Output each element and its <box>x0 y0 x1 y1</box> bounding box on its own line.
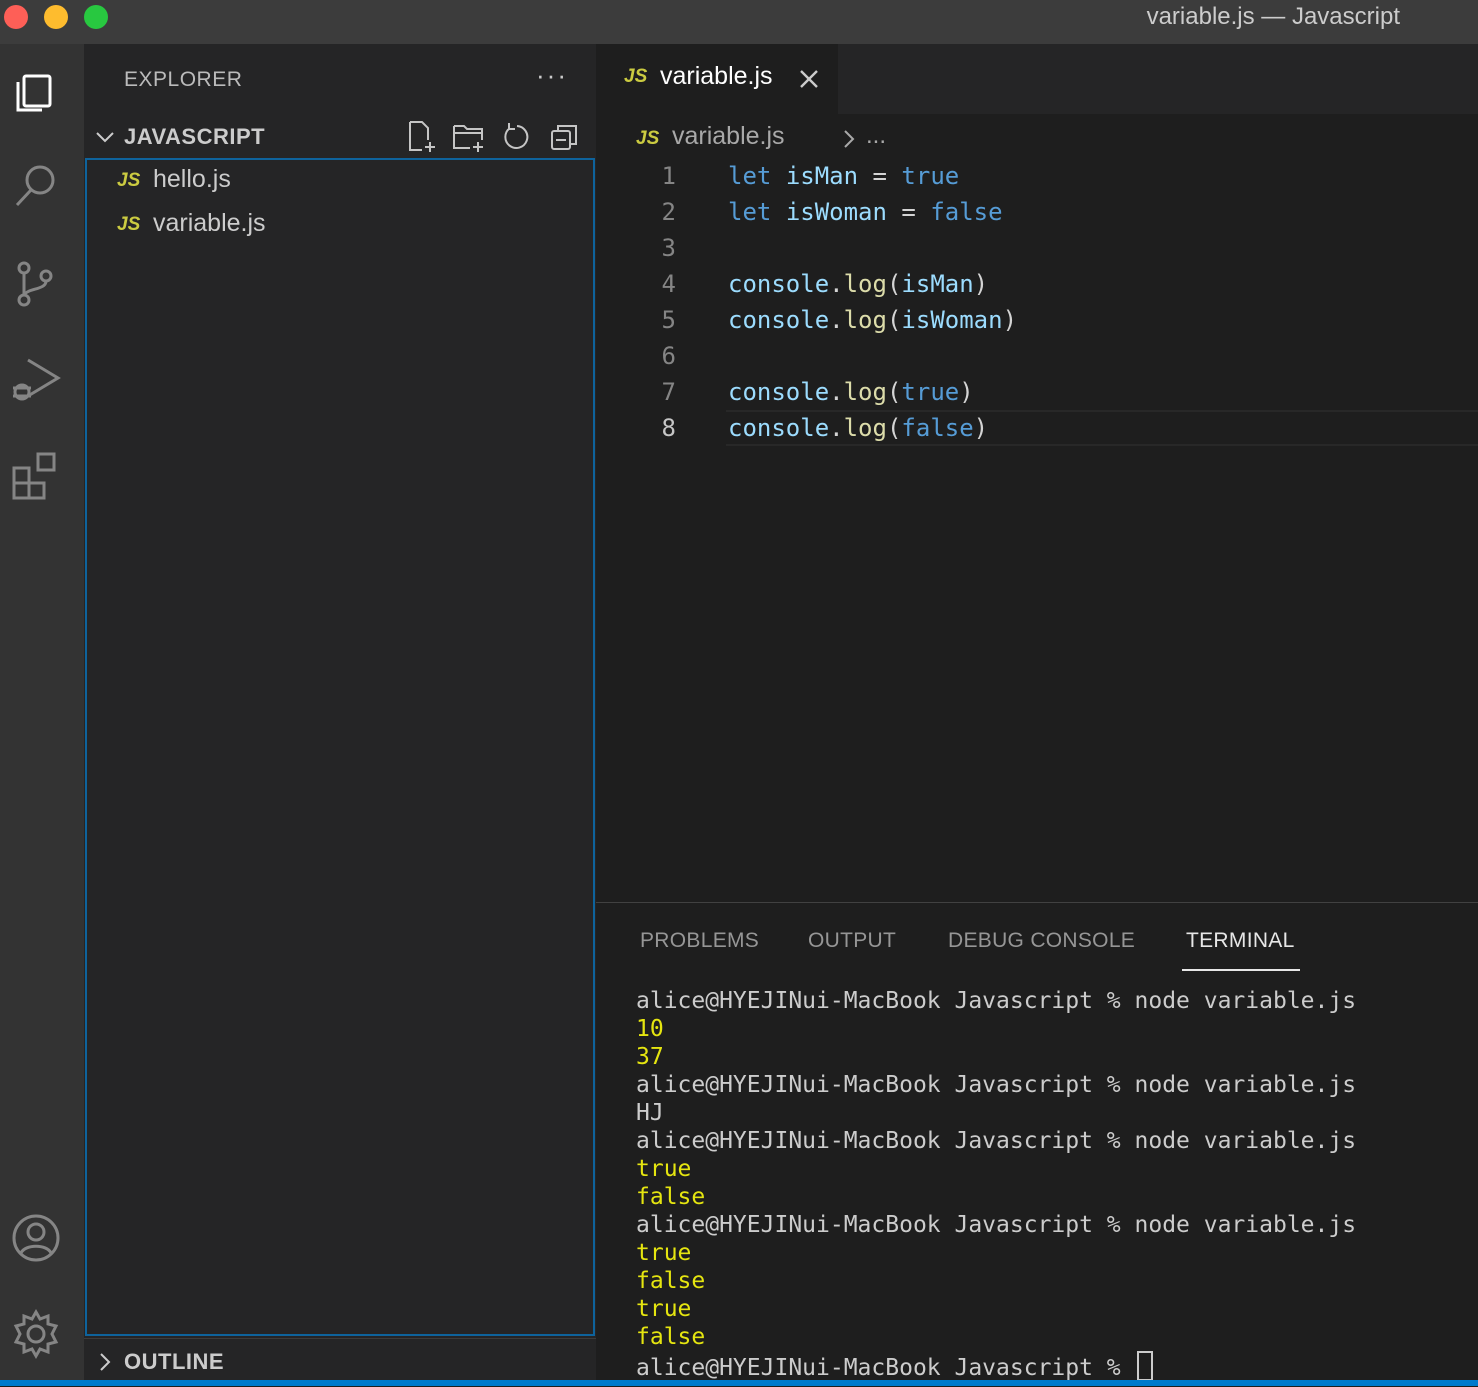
gear-icon[interactable] <box>10 1308 62 1360</box>
js-file-icon: JS <box>117 214 141 235</box>
terminal-line: false <box>636 1324 706 1350</box>
folder-section-header[interactable]: JAVASCRIPT <box>84 120 596 154</box>
minimize-window-button[interactable] <box>44 5 68 29</box>
js-file-icon: JS <box>624 66 648 87</box>
code-line[interactable]: 8 console.log(false) <box>596 410 1478 446</box>
file-name: variable.js <box>153 209 266 237</box>
active-tab-indicator <box>1182 969 1300 971</box>
tab-output[interactable]: OUTPUT <box>808 929 896 953</box>
tab-debug-console[interactable]: DEBUG CONSOLE <box>948 929 1135 953</box>
breadcrumb-symbols[interactable]: ... <box>866 122 886 150</box>
terminal-line: true <box>636 1296 692 1322</box>
folder-title: JAVASCRIPT <box>124 124 266 149</box>
line-number: 1 <box>661 162 676 190</box>
new-folder-icon[interactable] <box>452 120 486 154</box>
line-source: console.log(false) <box>728 414 989 442</box>
terminal-cursor <box>1136 1351 1153 1381</box>
terminal-line: alice@HYEJINui-MacBook Javascript % node… <box>636 1072 1357 1098</box>
code-line[interactable]: 4 console.log(isMan) <box>596 266 1478 302</box>
close-window-button[interactable] <box>4 5 28 29</box>
extensions-icon[interactable] <box>10 450 62 502</box>
tab-terminal[interactable]: TERMINAL <box>1186 929 1295 953</box>
terminal-line: alice@HYEJINui-MacBook Javascript % node… <box>636 1212 1357 1238</box>
outline-title: OUTLINE <box>124 1349 225 1374</box>
code-line[interactable]: 1 let isMan = true <box>596 158 1478 194</box>
file-tree: JS hello.js JS variable.js <box>85 158 595 1336</box>
search-icon[interactable] <box>10 160 62 212</box>
maximize-window-button[interactable] <box>84 5 108 29</box>
line-number: 5 <box>661 306 676 334</box>
status-bar-edge <box>0 1380 1478 1386</box>
close-icon[interactable] <box>796 66 822 92</box>
chevron-right-icon <box>840 128 858 150</box>
terminal-line: false <box>636 1184 706 1210</box>
account-icon[interactable] <box>10 1212 62 1264</box>
terminal-line: false <box>636 1268 706 1294</box>
terminal-line: true <box>636 1240 692 1266</box>
line-source: let isWoman = false <box>728 198 1003 226</box>
line-source: let isMan = true <box>728 162 960 190</box>
run-debug-icon[interactable] <box>10 354 62 406</box>
code-editor[interactable]: JS variable.js ... 1 let isMan = true 2 let… <box>596 114 1478 902</box>
line-number: 2 <box>661 198 676 226</box>
file-name: hello.js <box>153 165 231 193</box>
code-line[interactable]: 7 console.log(true) <box>596 374 1478 410</box>
terminal-line: HJ <box>636 1100 664 1126</box>
terminal-prompt[interactable]: alice@HYEJINui-MacBook Javascript % <box>636 1351 1478 1381</box>
code-line[interactable]: 2 let isWoman = false <box>596 194 1478 230</box>
terminal-line: 37 <box>636 1044 664 1070</box>
line-number: 6 <box>661 342 676 370</box>
file-item-hello-js[interactable]: JS hello.js <box>87 160 593 204</box>
code-line[interactable]: 5 console.log(isWoman) <box>596 302 1478 338</box>
title-bar: variable.js — Javascript <box>0 0 1478 44</box>
refresh-icon[interactable] <box>500 120 534 154</box>
line-number: 3 <box>661 234 676 262</box>
js-file-icon: JS <box>117 170 141 191</box>
activity-bar <box>0 44 84 1386</box>
tab-variable-js[interactable]: JS variable.js <box>596 44 838 114</box>
terminal-output[interactable]: alice@HYEJINui-MacBook Javascript % node… <box>636 987 1478 1381</box>
line-number: 8 <box>661 414 676 442</box>
terminal-line: true <box>636 1156 692 1182</box>
js-file-icon: JS <box>636 128 660 149</box>
line-source: console.log(true) <box>728 378 974 406</box>
tab-label: variable.js <box>660 62 773 90</box>
chevron-right-icon <box>94 1351 116 1373</box>
line-source: console.log(isWoman) <box>728 306 1018 334</box>
new-file-icon[interactable] <box>404 120 438 154</box>
chevron-down-icon <box>94 126 116 148</box>
code-line[interactable]: 3 <box>596 230 1478 266</box>
more-actions-icon[interactable]: ··· <box>536 60 568 91</box>
files-icon[interactable] <box>10 64 62 116</box>
terminal-line: 10 <box>636 1016 664 1042</box>
folder-actions <box>404 120 582 154</box>
bottom-panel: PROBLEMS OUTPUT DEBUG CONSOLE TERMINAL a… <box>596 902 1478 1386</box>
line-source: console.log(isMan) <box>728 270 989 298</box>
terminal-line: alice@HYEJINui-MacBook Javascript % node… <box>636 988 1357 1014</box>
code-line[interactable]: 6 <box>596 338 1478 374</box>
source-control-icon[interactable] <box>10 258 62 310</box>
tab-problems[interactable]: PROBLEMS <box>640 929 759 953</box>
editor-tabs: JS variable.js <box>596 44 1478 114</box>
line-number: 7 <box>661 378 676 406</box>
line-number: 4 <box>661 270 676 298</box>
terminal-line: alice@HYEJINui-MacBook Javascript % node… <box>636 1128 1357 1154</box>
file-item-variable-js[interactable]: JS variable.js <box>87 204 593 248</box>
explorer-title: EXPLORER <box>124 68 243 91</box>
explorer-sidebar: EXPLORER ··· JAVASCRIPT JS hello.js JS v… <box>84 44 596 1386</box>
window-title: variable.js — Javascript <box>1146 3 1400 30</box>
collapse-all-icon[interactable] <box>548 120 582 154</box>
breadcrumb-file[interactable]: variable.js <box>672 122 785 151</box>
